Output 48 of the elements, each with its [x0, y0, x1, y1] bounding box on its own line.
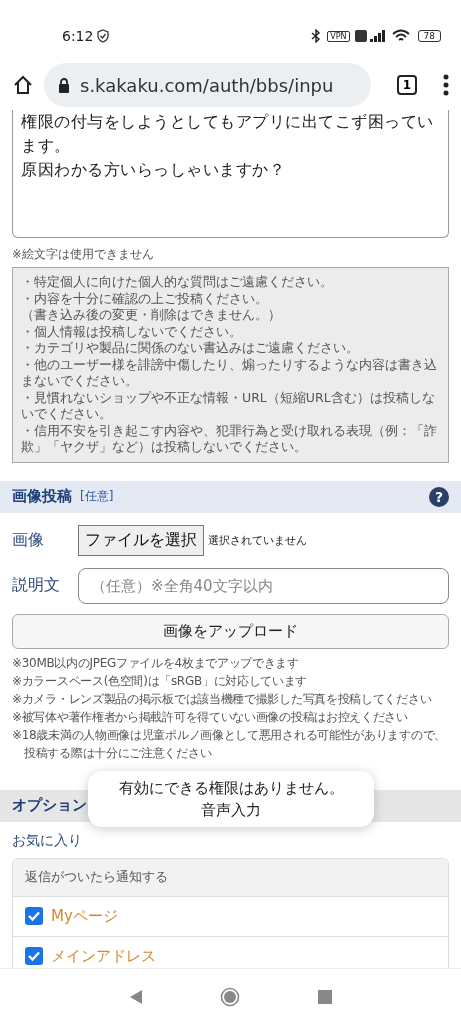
checkbox-label: Myページ [51, 906, 118, 926]
wifi-icon [391, 29, 410, 43]
upload-note: ※カラースペース(色空間)は「sRGB」に対応しています [12, 672, 309, 690]
field-label: 画像 [12, 529, 45, 551]
rule-text: ・内容を十分に確認の上ご投稿ください。 [21, 290, 269, 307]
rule-text: ・特定個人に向けた個人的な質問はご遠慮ください。 [21, 274, 334, 291]
url-text: s.kakaku.com/auth/bbs/inpu [80, 74, 334, 96]
checkbox-label: メインアドレス [51, 946, 156, 966]
help-button[interactable]: ? [429, 486, 449, 507]
rule-text: ・他のユーザー様を誹謗中傷したり、煽ったりするような内容は書き込まないでください。 [21, 356, 438, 390]
file-status: 選択されていません [208, 532, 307, 548]
field-label: 説明文 [12, 575, 61, 596]
upload-note: ※30MB以内のJPEGファイルを4枚までアップできます [12, 654, 300, 672]
checkbox[interactable] [25, 947, 43, 965]
bluetooth-icon [311, 29, 322, 43]
back-icon[interactable] [128, 988, 143, 1005]
section-title: オプション [12, 796, 87, 815]
menu-icon[interactable] [443, 74, 449, 96]
upload-note: ※18歳未満の人物画像は児童ポルノ画像として悪用される可能性がありますので、投稿する際は十分にご注意ください [12, 726, 447, 762]
card-title: 返信がついたら通知する [13, 858, 448, 896]
optional-tag: [任意] [80, 488, 114, 505]
emoji-note: ※絵文字は使用できません [11, 246, 155, 263]
section-title: 画像投稿 [12, 487, 72, 506]
caption-field[interactable]: （任意）※全角40文字以内 [78, 567, 449, 604]
file-select-button[interactable]: ファイルを選択 [78, 524, 204, 556]
home-icon[interactable] [12, 74, 34, 96]
rule-text: ・カテゴリや製品に関係のない書込みはご遠慮ください。 [21, 340, 360, 357]
shield-icon [96, 29, 111, 43]
rule-text: ・個人情報は投稿しないでください。 [21, 323, 243, 340]
clock-time: 6:12 [62, 28, 94, 44]
checkbox[interactable] [25, 907, 43, 925]
upload-note: ※被写体や著作権者から掲載許可を得ていない画像の投稿はお控えください [12, 708, 409, 726]
rule-text: ・信用不安を引き起こす内容や、犯罪行為と受け取れる表現（例：「詐欺」「ヤクザ」など）は投稿しないでください。 [21, 422, 438, 456]
upload-button[interactable]: 画像をアップロード [12, 613, 449, 649]
subsection-title: お気に入り [11, 830, 83, 850]
home-circle-icon[interactable] [220, 986, 241, 1007]
toast-message: 有効にできる権限はありません。 音声入力 [88, 771, 374, 827]
lock-icon [58, 77, 70, 93]
recents-icon[interactable] [318, 989, 333, 1004]
message-field[interactable]: 権限の付与をしようとしてもアプリに出てこず困っています。 原因わかる方いらっしゃいますか？ [12, 110, 449, 238]
rule-text: ・見慣れないショップや不正な情報・URL（短縮URL含む）は投稿しないでください。 [21, 389, 436, 423]
upload-note: ※カメラ・レンズ製品の掲示板では該当機種で撮影した写真を投稿してください [12, 690, 433, 708]
rule-text: （書き込み後の変更・削除はできません。） [21, 307, 282, 324]
tab-count-button[interactable]: 1 [397, 75, 417, 95]
battery-indicator: 78 [417, 30, 441, 42]
address-bar[interactable]: s.kakaku.com/auth/bbs/inpu [44, 63, 371, 107]
signal-icon [369, 30, 386, 42]
vpn-indicator: VPN [327, 30, 350, 42]
